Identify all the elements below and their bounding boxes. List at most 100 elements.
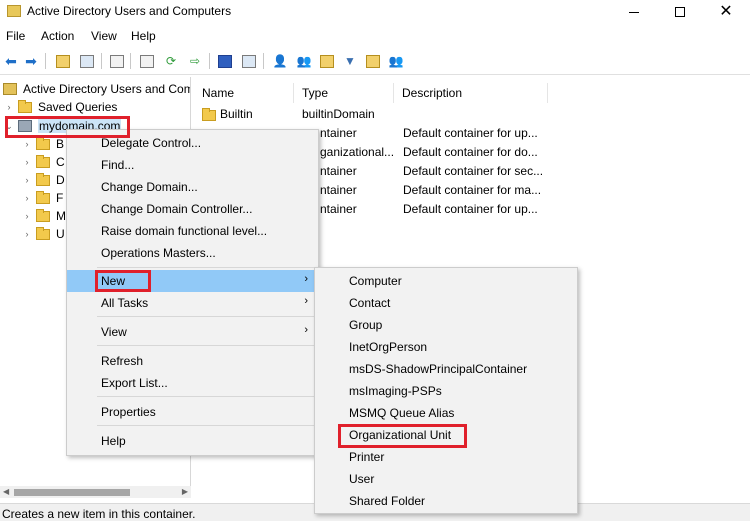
menu-item-operations-masters[interactable]: Operations Masters... bbox=[67, 242, 318, 264]
filter-icon[interactable]: ▼ bbox=[341, 52, 359, 70]
menu-item-label: Raise domain functional level... bbox=[101, 224, 268, 238]
menu-item-label: Change Domain Controller... bbox=[101, 202, 253, 216]
expand-arrow-icon[interactable]: › bbox=[22, 229, 32, 239]
submenu-item-computer[interactable]: Computer bbox=[315, 270, 577, 292]
forward-arrow-icon[interactable]: ➡ bbox=[22, 52, 40, 70]
tree-item-child[interactable]: › F bbox=[22, 189, 63, 207]
menu-view[interactable]: View bbox=[91, 29, 117, 43]
folder-icon bbox=[36, 208, 50, 222]
scrollbar-thumb[interactable] bbox=[14, 489, 130, 496]
menu-item-raise-level[interactable]: Raise domain functional level... bbox=[67, 220, 318, 242]
tree-horizontal-scrollbar[interactable]: ◀ ▶ bbox=[0, 486, 191, 498]
tree-item-child[interactable]: › D bbox=[22, 171, 65, 189]
menu-file[interactable]: File bbox=[6, 29, 25, 43]
back-arrow-icon[interactable]: ⬅ bbox=[2, 52, 20, 70]
menu-item-view[interactable]: View › bbox=[67, 321, 318, 343]
submenu-item-inetorgperson[interactable]: InetOrgPerson bbox=[315, 336, 577, 358]
column-header-description[interactable]: Description bbox=[394, 83, 548, 103]
menu-item-label: MSMQ Queue Alias bbox=[349, 406, 455, 420]
menu-separator bbox=[97, 316, 316, 317]
expand-arrow-icon[interactable]: › bbox=[22, 211, 32, 221]
submenu-item-msmq-queue-alias[interactable]: MSMQ Queue Alias bbox=[315, 402, 577, 424]
scroll-left-icon[interactable]: ◀ bbox=[3, 487, 9, 496]
menu-action[interactable]: Action bbox=[41, 29, 74, 43]
maximize-button[interactable] bbox=[657, 0, 703, 24]
menu-item-change-dc[interactable]: Change Domain Controller... bbox=[67, 198, 318, 220]
row-type: ganizational... bbox=[320, 145, 395, 159]
tree-root[interactable]: Active Directory Users and Com bbox=[3, 80, 191, 98]
tree-item-child[interactable]: › U bbox=[22, 225, 65, 243]
column-header-name[interactable]: Name bbox=[194, 83, 294, 103]
expand-arrow-icon[interactable]: › bbox=[22, 175, 32, 185]
folder-icon bbox=[36, 190, 50, 204]
export-list-icon[interactable]: ⇨ bbox=[186, 52, 204, 70]
menu-item-new[interactable]: New › bbox=[67, 270, 318, 292]
tree-root-label: Active Directory Users and Com bbox=[23, 82, 191, 96]
menu-item-label: Export List... bbox=[101, 376, 168, 390]
menu-item-export-list[interactable]: Export List... bbox=[67, 372, 318, 394]
properties-icon[interactable] bbox=[138, 52, 156, 70]
help-icon[interactable] bbox=[216, 52, 234, 70]
expand-arrow-icon[interactable]: › bbox=[4, 102, 14, 112]
clipboard-icon[interactable] bbox=[108, 52, 126, 70]
close-button[interactable]: ✕ bbox=[703, 0, 749, 24]
menu-item-label: Operations Masters... bbox=[101, 246, 216, 260]
table-row[interactable]: Builtin builtinDomain bbox=[194, 105, 750, 124]
title-bar: Active Directory Users and Computers ✕ bbox=[0, 0, 750, 24]
new-group-icon[interactable]: 👥 bbox=[295, 52, 313, 70]
tree-item-child[interactable]: › C bbox=[22, 153, 65, 171]
row-type: ntainer bbox=[320, 126, 357, 140]
submenu-item-printer[interactable]: Printer bbox=[315, 446, 577, 468]
tree-item-saved-queries[interactable]: › Saved Queries bbox=[4, 98, 117, 116]
tree-item-label: Saved Queries bbox=[38, 100, 118, 114]
action-pane-icon[interactable] bbox=[240, 52, 258, 70]
close-icon: ✕ bbox=[719, 3, 733, 20]
expand-arrow-icon[interactable]: › bbox=[22, 139, 32, 149]
menu-item-help[interactable]: Help bbox=[67, 430, 318, 452]
submenu-item-shared-folder[interactable]: Shared Folder bbox=[315, 490, 577, 512]
column-header-type[interactable]: Type bbox=[294, 83, 394, 103]
expand-arrow-icon[interactable]: › bbox=[22, 193, 32, 203]
folder-icon bbox=[36, 136, 50, 150]
show-tree-icon[interactable] bbox=[78, 52, 96, 70]
submenu-item-organizational-unit[interactable]: Organizational Unit bbox=[315, 424, 577, 446]
menu-item-label: Shared Folder bbox=[349, 494, 426, 508]
menu-item-delegate-control[interactable]: Delegate Control... bbox=[67, 132, 318, 154]
add-to-group-icon[interactable]: 👥 bbox=[387, 52, 405, 70]
menu-item-label: View bbox=[101, 325, 127, 339]
collapse-arrow-icon[interactable]: ⌄ bbox=[4, 121, 14, 132]
toolbar-separator bbox=[45, 53, 46, 69]
submenu-item-contact[interactable]: Contact bbox=[315, 292, 577, 314]
menu-item-refresh[interactable]: Refresh bbox=[67, 350, 318, 372]
menu-item-all-tasks[interactable]: All Tasks › bbox=[67, 292, 318, 314]
tree-item-child[interactable]: › M bbox=[22, 207, 66, 225]
expand-arrow-icon[interactable]: › bbox=[22, 157, 32, 167]
minimize-button[interactable] bbox=[611, 0, 657, 24]
toolbar: ⬅ ➡ ⟳ ⇨ 👤 👥 ▼ 👥 bbox=[0, 47, 750, 75]
tree-item-label: D bbox=[56, 173, 65, 187]
menu-help[interactable]: Help bbox=[131, 29, 156, 43]
folder-icon bbox=[18, 99, 32, 113]
submenu-item-group[interactable]: Group bbox=[315, 314, 577, 336]
find-icon[interactable] bbox=[364, 52, 382, 70]
context-menu: Delegate Control... Find... Change Domai… bbox=[66, 129, 319, 456]
up-folder-icon[interactable] bbox=[54, 52, 72, 70]
refresh-icon[interactable]: ⟳ bbox=[162, 52, 180, 70]
scroll-right-icon[interactable]: ▶ bbox=[182, 487, 188, 496]
menu-item-change-domain[interactable]: Change Domain... bbox=[67, 176, 318, 198]
toolbar-separator bbox=[209, 53, 210, 69]
submenu-item-msimaging-psps[interactable]: msImaging-PSPs bbox=[315, 380, 577, 402]
new-user-icon[interactable]: 👤 bbox=[271, 52, 289, 70]
maximize-icon bbox=[675, 7, 685, 17]
new-submenu: Computer Contact Group InetOrgPerson msD… bbox=[314, 267, 578, 514]
menu-item-label: InetOrgPerson bbox=[349, 340, 428, 354]
row-type: ntainer bbox=[320, 164, 357, 178]
menu-item-find[interactable]: Find... bbox=[67, 154, 318, 176]
tree-item-child[interactable]: › B bbox=[22, 135, 64, 153]
app-icon bbox=[7, 5, 21, 17]
window-title: Active Directory Users and Computers bbox=[27, 4, 232, 18]
new-ou-icon[interactable] bbox=[318, 52, 336, 70]
submenu-item-user[interactable]: User bbox=[315, 468, 577, 490]
submenu-item-shadow-principal-container[interactable]: msDS-ShadowPrincipalContainer bbox=[315, 358, 577, 380]
menu-item-properties[interactable]: Properties bbox=[67, 401, 318, 423]
